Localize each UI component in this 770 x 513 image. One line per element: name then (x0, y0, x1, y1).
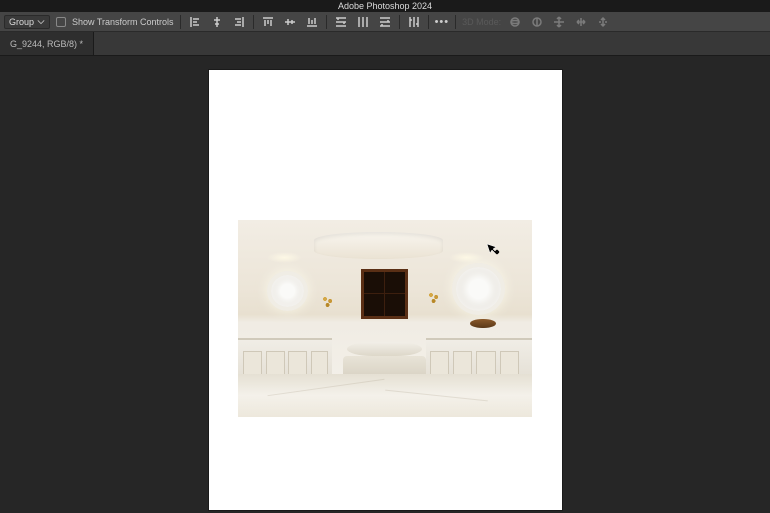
pan-3d-button (551, 14, 567, 30)
separator (253, 15, 254, 29)
mode-3d-label: 3D Mode: (462, 17, 501, 27)
distribute-bottom-button[interactable] (377, 14, 393, 30)
selection-mode-value: Group (9, 17, 34, 27)
align-left-edges-button[interactable] (187, 14, 203, 30)
document-tab-label: G_9244, RGB/8) * (10, 39, 83, 49)
selection-mode-dropdown[interactable]: Group (4, 15, 50, 29)
slide-3d-button (573, 14, 589, 30)
align-right-edges-button[interactable] (231, 14, 247, 30)
align-bottom-edges-button[interactable] (304, 14, 320, 30)
separator (428, 15, 429, 29)
options-bar: Group Show Transform Controls ••• 3D Mod… (0, 12, 770, 32)
separator (455, 15, 456, 29)
document-tab-bar: G_9244, RGB/8) * (0, 32, 770, 56)
distribute-top-button[interactable] (333, 14, 349, 30)
scale-3d-button (595, 14, 611, 30)
roll-3d-button (529, 14, 545, 30)
mode-3d-group: 3D Mode: (462, 14, 611, 30)
document-tab[interactable]: G_9244, RGB/8) * (0, 32, 94, 55)
distribute-vertical-button[interactable] (355, 14, 371, 30)
show-transform-checkbox[interactable] (56, 17, 66, 27)
separator (180, 15, 181, 29)
placed-image[interactable] (238, 220, 532, 417)
align-top-edges-button[interactable] (260, 14, 276, 30)
distribute-horizontal-button[interactable] (406, 14, 422, 30)
app-title: Adobe Photoshop 2024 (338, 1, 432, 11)
align-horizontal-centers-button[interactable] (209, 14, 225, 30)
align-vertical-centers-button[interactable] (282, 14, 298, 30)
bathroom-photo-content (238, 220, 532, 417)
artboard[interactable] (209, 70, 562, 510)
separator (399, 15, 400, 29)
title-bar: Adobe Photoshop 2024 (0, 0, 770, 12)
separator (326, 15, 327, 29)
orbit-3d-button (507, 14, 523, 30)
chevron-down-icon (37, 18, 45, 26)
show-transform-label: Show Transform Controls (72, 17, 174, 27)
canvas-area[interactable] (0, 56, 770, 513)
more-options-button[interactable]: ••• (435, 16, 450, 28)
